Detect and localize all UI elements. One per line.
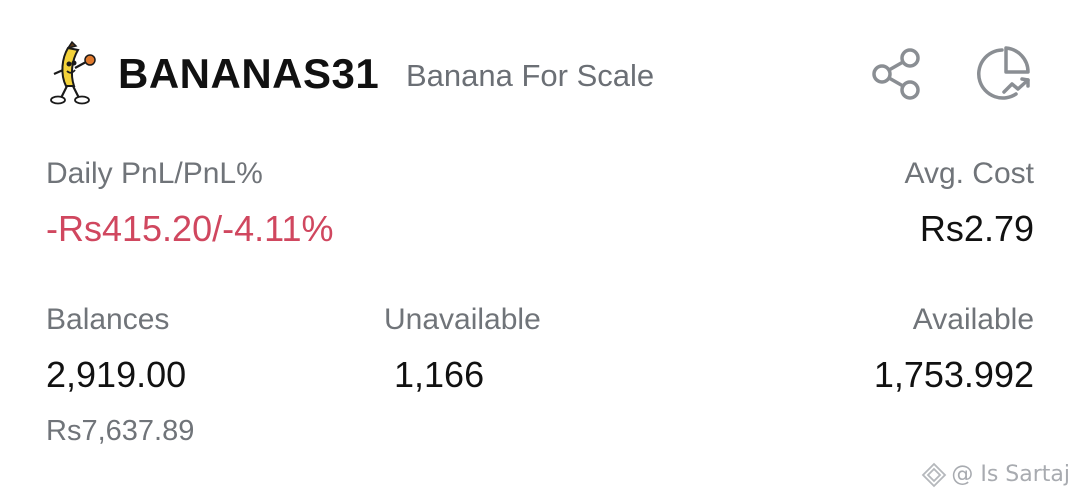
balances-fiat-value: Rs7,637.89 bbox=[46, 415, 195, 447]
banana-mascot-icon bbox=[48, 40, 106, 106]
binance-diamond-icon bbox=[921, 462, 947, 488]
available-label: Available bbox=[912, 303, 1034, 336]
daily-pnl-value: -Rs415.20/-4.11% bbox=[46, 208, 334, 249]
avg-cost-label: Avg. Cost bbox=[904, 157, 1034, 190]
share-icon[interactable] bbox=[868, 44, 928, 104]
watermark: @ Is Sartaj bbox=[921, 462, 1070, 488]
pie-chart-trend-icon[interactable] bbox=[972, 44, 1036, 104]
available-value: 1,753.992 bbox=[873, 354, 1034, 395]
daily-pnl-label: Daily PnL/PnL% bbox=[46, 157, 263, 190]
balances-value: 2,919.00 bbox=[46, 354, 187, 395]
asset-symbol: BANANAS31 bbox=[118, 50, 380, 97]
balances-label: Balances bbox=[46, 303, 170, 336]
avg-cost-value: Rs2.79 bbox=[919, 208, 1034, 249]
unavailable-label: Unavailable bbox=[384, 303, 541, 336]
watermark-text: @ Is Sartaj bbox=[951, 462, 1070, 487]
asset-name: Banana For Scale bbox=[406, 58, 655, 93]
unavailable-value: 1,166 bbox=[394, 354, 485, 395]
